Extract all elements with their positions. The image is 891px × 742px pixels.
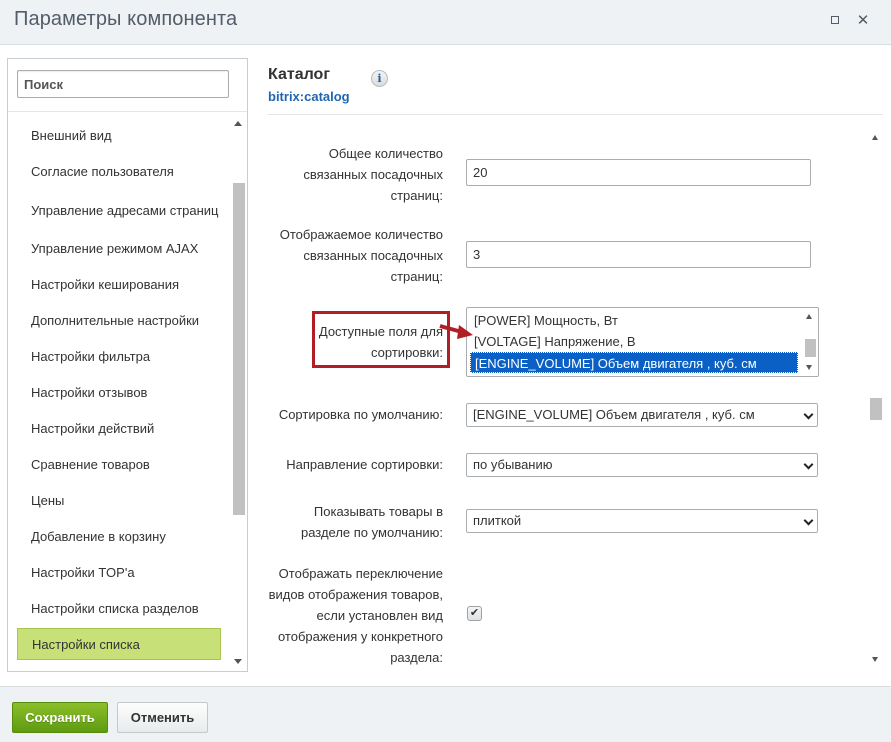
sort-direction-select[interactable]: по убыванию: [466, 453, 818, 477]
scroll-up-icon[interactable]: [234, 121, 242, 126]
select-value: плиткой: [473, 513, 522, 528]
scroll-thumb[interactable]: [805, 339, 816, 357]
sidebar-scrollbar[interactable]: [230, 117, 247, 669]
scroll-up-icon[interactable]: [872, 135, 878, 140]
divider: [268, 114, 883, 115]
checkmark-icon: ✔: [469, 607, 480, 619]
default-sort-label: Сортировка по умолчанию:: [278, 407, 443, 422]
search-input[interactable]: [17, 70, 229, 98]
sidebar-item-appearance[interactable]: Внешний вид: [17, 123, 221, 147]
sort-fields-listbox[interactable]: [POWER] Мощность, Вт [VOLTAGE] Напряжени…: [466, 307, 819, 377]
default-view-label: Показывать товары в разделе по умолчанию…: [300, 504, 443, 540]
annotation-highlight-box: [312, 311, 450, 368]
sidebar-item-caching[interactable]: Настройки кеширования: [17, 272, 221, 296]
content-scrollbar[interactable]: [868, 130, 884, 670]
dialog-titlebar: Параметры компонента ✕: [0, 0, 891, 45]
sidebar-item-top[interactable]: Настройки TOP'а: [17, 560, 221, 584]
chevron-down-icon: [803, 459, 814, 470]
maximize-icon[interactable]: [827, 12, 843, 28]
shown-landing-label: Отображаемое количество связанных посадо…: [279, 227, 443, 284]
sidebar-item-actions[interactable]: Настройки действий: [17, 416, 221, 440]
sidebar-item-list-settings[interactable]: Настройки списка: [17, 628, 221, 660]
view-switch-checkbox[interactable]: ✔: [467, 606, 482, 621]
sections-menu: Внешний вид Согласие пользователя Управл…: [8, 117, 230, 669]
sidebar-item-reviews[interactable]: Настройки отзывов: [17, 380, 221, 404]
sidebar-item-compare[interactable]: Сравнение товаров: [17, 452, 221, 476]
default-sort-select[interactable]: [ENGINE_VOLUME] Объем двигателя , куб. с…: [466, 403, 818, 427]
select-value: [ENGINE_VOLUME] Объем двигателя , куб. с…: [473, 407, 755, 422]
scroll-down-icon[interactable]: [806, 365, 812, 370]
scroll-down-icon[interactable]: [872, 657, 878, 662]
scroll-down-icon[interactable]: [234, 659, 242, 664]
total-landing-input[interactable]: 20: [466, 159, 811, 186]
sidebar-item-add-to-cart[interactable]: Добавление в корзину: [17, 524, 221, 548]
dialog-footer: Сохранить Отменить: [0, 686, 891, 742]
sidebar-item-additional[interactable]: Дополнительные настройки: [17, 308, 221, 332]
total-landing-label: Общее количество связанных посадочных ст…: [303, 146, 443, 203]
sections-sidebar: Внешний вид Согласие пользователя Управл…: [7, 58, 248, 672]
cancel-button[interactable]: Отменить: [117, 702, 208, 733]
parameters-panel: Общее количество связанных посадочных ст…: [268, 130, 868, 670]
close-icon[interactable]: ✕: [855, 12, 871, 29]
sidebar-item-user-consent[interactable]: Согласие пользователя: [17, 159, 221, 183]
chevron-down-icon: [803, 409, 814, 420]
listbox-scrollbar[interactable]: [801, 308, 818, 376]
chevron-down-icon: [803, 515, 814, 526]
view-switch-label: Отображать переключение видов отображени…: [268, 566, 443, 665]
sidebar-item-section-list[interactable]: Настройки списка разделов: [17, 596, 221, 620]
list-option[interactable]: [POWER] Мощность, Вт: [470, 310, 798, 331]
shown-landing-input[interactable]: 3: [466, 241, 811, 268]
info-icon[interactable]: i: [371, 70, 388, 87]
component-title: Каталог: [268, 66, 330, 83]
default-view-select[interactable]: плиткой: [466, 509, 818, 533]
sidebar-item-prices[interactable]: Цены: [17, 488, 221, 512]
sort-direction-label: Направление сортировки:: [286, 457, 443, 472]
scroll-thumb[interactable]: [233, 183, 245, 515]
save-button[interactable]: Сохранить: [12, 702, 108, 733]
dialog-title: Параметры компонента: [14, 8, 238, 30]
select-value: по убыванию: [473, 457, 553, 472]
list-option[interactable]: [VOLTAGE] Напряжение, В: [470, 331, 798, 352]
scroll-up-icon[interactable]: [806, 314, 812, 319]
sidebar-item-page-addresses[interactable]: Управление адресами страниц: [17, 193, 221, 227]
list-option-selected[interactable]: [ENGINE_VOLUME] Объем двигателя , куб. с…: [470, 352, 798, 373]
sidebar-item-filter[interactable]: Настройки фильтра: [17, 344, 221, 368]
scroll-thumb[interactable]: [870, 398, 882, 420]
sidebar-item-ajax-mode[interactable]: Управление режимом AJAX: [17, 236, 221, 260]
component-code: bitrix:catalog: [268, 89, 350, 104]
divider: [8, 111, 247, 112]
annotation-arrow-icon: [439, 324, 473, 339]
